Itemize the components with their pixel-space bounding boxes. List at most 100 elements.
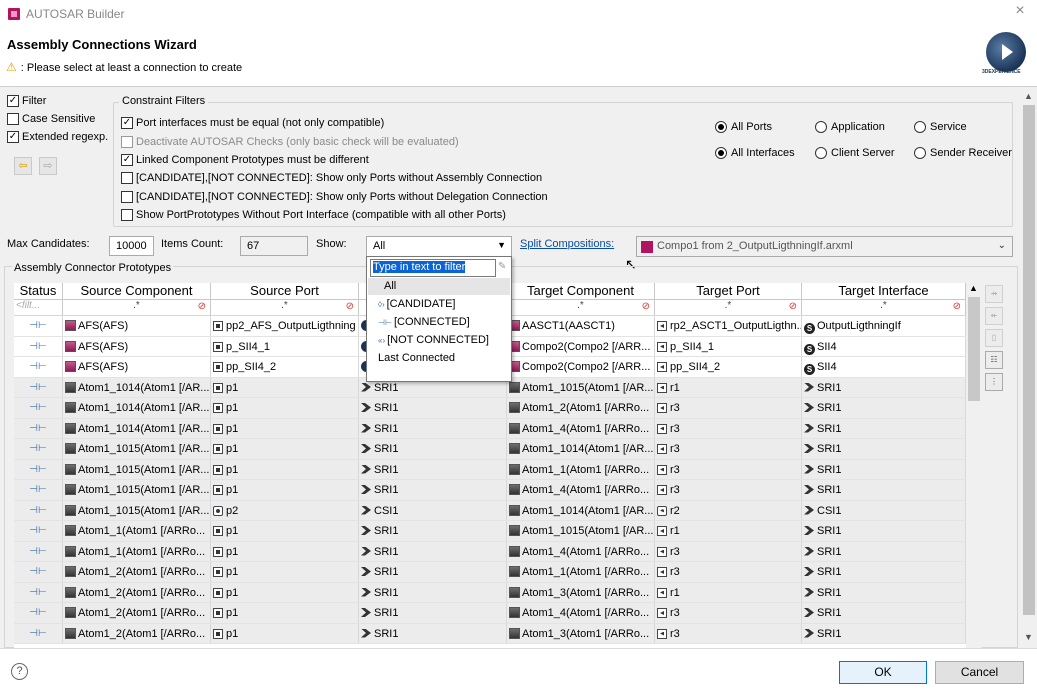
- target-interface-cell: SRI1: [802, 562, 966, 582]
- show-select[interactable]: All ▼: [366, 236, 512, 257]
- help-icon[interactable]: ?: [11, 663, 28, 680]
- column-filter-input[interactable]: <filt...: [14, 300, 63, 315]
- component-icon: [509, 586, 520, 598]
- column-header[interactable]: Target Interface: [802, 283, 966, 299]
- interface-icon: [804, 608, 814, 617]
- main-scrollbar[interactable]: ▲ ▼: [1021, 87, 1037, 648]
- clear-filter-icon[interactable]: ⊘: [789, 301, 797, 312]
- provided-port-icon: [213, 546, 223, 557]
- no-assembly-checkbox[interactable]: [CANDIDATE],[NOT CONNECTED]: Show only P…: [121, 172, 542, 184]
- extended-regexp-checkbox[interactable]: ✓ Extended regexp.: [7, 131, 108, 143]
- radio-service[interactable]: Service: [914, 121, 967, 133]
- table-row[interactable]: ⊣⊢ Atom1_1015(Atom1 [/AR... p1 SRI1 Atom1_1(…: [14, 459, 966, 480]
- dropdown-item-not-connected[interactable]: «› [NOT CONNECTED]: [368, 332, 510, 349]
- column-header[interactable]: Target Port: [655, 283, 802, 299]
- clear-filter-icon[interactable]: ⊘: [953, 301, 961, 312]
- target-component-cell: Atom1_1015(Atom1 [/AR...: [507, 521, 655, 541]
- status-icon: ⊣⊢: [14, 459, 63, 479]
- show-without-interface-checkbox[interactable]: Show PortPrototypes Without Port Interfa…: [121, 209, 506, 221]
- column-filter-input[interactable]: .* ⊘: [211, 300, 359, 315]
- source-component-cell: Atom1_1014(Atom1 [/AR...: [63, 418, 211, 438]
- component-icon: [509, 402, 520, 413]
- no-delegation-checkbox[interactable]: [CANDIDATE],[NOT CONNECTED]: Show only P…: [121, 191, 548, 203]
- dropdown-filter-input[interactable]: Type in text to filter: [370, 259, 496, 277]
- scroll-up-icon[interactable]: ▲: [969, 283, 978, 293]
- column-header[interactable]: Source Component: [63, 283, 211, 299]
- interface-icon: [361, 526, 371, 535]
- radio-client-server[interactable]: Client Server: [815, 147, 895, 159]
- column-header[interactable]: Status: [14, 283, 63, 299]
- dropdown-item-connected[interactable]: ⊣⊢ [CONNECTED]: [368, 314, 510, 331]
- interface-icon: [804, 464, 814, 474]
- next-arrow-button[interactable]: ⇨: [39, 157, 57, 175]
- main-scrollbar-thumb[interactable]: [1023, 105, 1035, 615]
- target-component-cell: Atom1_1014(Atom1 [/AR...: [507, 439, 655, 459]
- radio-application[interactable]: Application: [815, 121, 885, 133]
- different-prototypes-checkbox[interactable]: ✓ Linked Component Prototypes must be dif…: [121, 154, 369, 166]
- case-sensitive-checkbox[interactable]: Case Sensitive: [7, 113, 95, 125]
- dropdown-item-last-connected[interactable]: Last Connected: [368, 350, 510, 367]
- show-select-value: All: [373, 240, 386, 252]
- ok-button[interactable]: OK: [839, 661, 927, 684]
- dropdown-item-all[interactable]: All: [368, 278, 510, 295]
- source-port-cell: pp2_AFS_OutputLigthning: [211, 316, 359, 336]
- provided-port-icon: [213, 423, 223, 434]
- split-compositions-link[interactable]: Split Compositions:: [520, 238, 614, 250]
- table-row[interactable]: ⊣⊢ Atom1_1015(Atom1 [/AR... p1 SRI1 Atom1_4(…: [14, 480, 966, 501]
- table-row[interactable]: ⊣⊢ Atom1_1015(Atom1 [/AR... p2 CSI1 Atom1_10…: [14, 500, 966, 521]
- radio-sender-receiver[interactable]: Sender Receiver: [914, 147, 1012, 159]
- source-interface-cell: SRI1: [359, 418, 507, 438]
- scroll-up-icon[interactable]: ▲: [1024, 91, 1033, 101]
- table-row[interactable]: ⊣⊢ Atom1_1015(Atom1 [/AR... p1 SRI1 Atom1_10…: [14, 439, 966, 460]
- table-row[interactable]: ⊣⊢ Atom1_2(Atom1 [/ARRo... p1 SRI1 Atom1_3(A…: [14, 623, 966, 644]
- dropdown-item-candidate[interactable]: ◊› [CANDIDATE]: [368, 296, 510, 313]
- filter-checkbox[interactable]: ✓ Filter: [7, 95, 46, 107]
- table-row[interactable]: ⊣⊢ Atom1_2(Atom1 [/ARRo... p1 SRI1 Atom1_4(A…: [14, 603, 966, 624]
- radio-all-interfaces[interactable]: All Interfaces: [715, 147, 795, 159]
- column-filter-input[interactable]: .* ⊘: [63, 300, 211, 315]
- table-row[interactable]: ⊣⊢ Atom1_1014(Atom1 [/AR... p1 SRI1 Atom1_2(…: [14, 398, 966, 419]
- table-row[interactable]: ⊣⊢ Atom1_1(Atom1 [/ARRo... p1 SRI1 Atom1_101…: [14, 521, 966, 542]
- cancel-button[interactable]: Cancel: [935, 661, 1024, 684]
- table-row[interactable]: ⊣⊢ Atom1_1014(Atom1 [/AR... p1 SRI1 Atom1_4(…: [14, 418, 966, 439]
- target-interface-cell: SRI1: [802, 418, 966, 438]
- scroll-down-icon[interactable]: ▼: [1024, 632, 1033, 642]
- column-header[interactable]: Source Port: [211, 283, 359, 299]
- side-tool-button-4[interactable]: ☷: [985, 351, 1003, 369]
- column-filter-input[interactable]: .* ⊘: [655, 300, 802, 315]
- source-interface-cell: SRI1: [359, 459, 507, 479]
- required-port-icon: [657, 608, 667, 618]
- close-icon[interactable]: ×: [1010, 2, 1030, 22]
- status-icon: ⊣⊢: [14, 480, 63, 500]
- clear-filter-icon[interactable]: ⊘: [642, 301, 650, 312]
- target-port-cell: r1: [655, 377, 802, 397]
- radio-sender-receiver-label: Sender Receiver: [930, 147, 1012, 159]
- table-row[interactable]: ⊣⊢ Atom1_1(Atom1 [/ARRo... p1 SRI1 Atom1_4(A…: [14, 541, 966, 562]
- radio-all-ports[interactable]: All Ports: [715, 121, 772, 133]
- side-tool-button-2[interactable]: ⇷: [985, 307, 1003, 325]
- side-tool-button-1[interactable]: ⇸: [985, 285, 1003, 303]
- eraser-icon[interactable]: ✎: [498, 261, 506, 272]
- table-row[interactable]: ⊣⊢ Atom1_2(Atom1 [/ARRo... p1 SRI1 Atom1_3(A…: [14, 582, 966, 603]
- side-tool-button-3[interactable]: ▯: [985, 329, 1003, 347]
- clear-filter-icon[interactable]: ⊘: [346, 301, 354, 312]
- column-filter-input[interactable]: .* ⊘: [802, 300, 966, 315]
- equal-interfaces-checkbox[interactable]: ✓ Port interfaces must be equal (not only…: [121, 117, 384, 129]
- composition-select[interactable]: Compo1 from 2_OutputLigthningIf.arxml ⌄: [636, 236, 1013, 257]
- equal-interfaces-label: Port interfaces must be equal (not only …: [136, 117, 385, 129]
- required-port-icon: [657, 485, 667, 495]
- side-tool-button-5[interactable]: ⋮: [985, 373, 1003, 391]
- target-interface-cell: SRI1: [802, 521, 966, 541]
- column-header[interactable]: Target Component: [507, 283, 655, 299]
- required-port-icon: [657, 567, 667, 577]
- table-scrollbar[interactable]: ▲: [966, 283, 982, 648]
- component-icon: [509, 566, 520, 577]
- previous-arrow-button[interactable]: ⇦: [14, 157, 32, 175]
- deactivate-checks-checkbox[interactable]: Deactivate AUTOSAR Checks (only basic ch…: [121, 136, 459, 148]
- target-port-cell: r3: [655, 603, 802, 623]
- max-candidates-input[interactable]: 10000: [109, 236, 154, 256]
- column-filter-input[interactable]: .* ⊘: [507, 300, 655, 315]
- table-row[interactable]: ⊣⊢ Atom1_2(Atom1 [/ARRo... p1 SRI1 Atom1_1(A…: [14, 562, 966, 583]
- clear-filter-icon[interactable]: ⊘: [198, 301, 206, 312]
- table-scrollbar-thumb[interactable]: [968, 297, 980, 401]
